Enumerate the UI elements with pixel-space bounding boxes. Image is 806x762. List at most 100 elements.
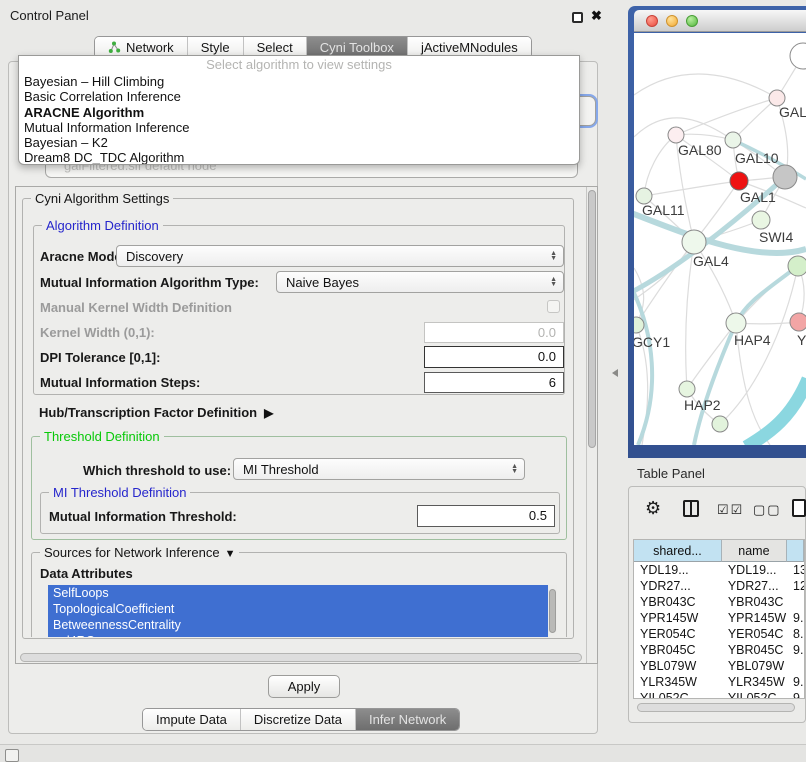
node-gal10[interactable]: [725, 132, 741, 148]
node[interactable]: [788, 256, 806, 276]
mi-type-combo[interactable]: Naive Bayes: [276, 271, 564, 293]
cell: YBR045C: [722, 642, 787, 658]
dropdown-item-selected[interactable]: ARACNE Algorithm: [19, 105, 579, 120]
cell: YBL079W: [722, 658, 787, 674]
dropdown-item[interactable]: Mutual Information Inference: [19, 120, 579, 135]
algorithm-definition-title: Algorithm Definition: [42, 218, 163, 233]
dropdown-item[interactable]: Dream8 DC_TDC Algorithm: [19, 150, 579, 165]
collapsed-panel-icon[interactable]: [5, 749, 19, 762]
aracne-mode-combo[interactable]: Discovery: [116, 245, 564, 267]
cell: YPR145W: [634, 610, 722, 626]
table-row[interactable]: YPR145WYPR145W9.: [634, 610, 804, 626]
tab-infer-network[interactable]: Infer Network: [355, 709, 459, 730]
settings-vertical-scrollbar[interactable]: [586, 187, 597, 663]
table-row[interactable]: YBR045CYBR045C9.: [634, 642, 804, 658]
select-all-checked-icon[interactable]: [717, 502, 744, 518]
collapse-down-icon: [225, 548, 236, 560]
aracne-mode-label: Aracne Mode:: [40, 249, 126, 264]
sources-title[interactable]: Sources for Network Inference: [40, 545, 239, 560]
cell: YBL079W: [634, 658, 722, 674]
column-header-shared-name[interactable]: shared...: [634, 540, 722, 562]
table-row[interactable]: YDL19...YDL19...13: [634, 562, 804, 578]
network-icon: [108, 41, 121, 54]
columns-icon[interactable]: [683, 500, 699, 517]
close-icon[interactable]: [591, 8, 602, 24]
table-panel: shared... name YDL19...YDL19...13 YDR27.…: [628, 486, 806, 723]
cell: 13: [787, 562, 804, 578]
table-row[interactable]: YIL052CYIL052C9: [634, 690, 804, 699]
mi-steps-field[interactable]: 6: [424, 372, 564, 393]
table-row[interactable]: YLR345WYLR345W9.: [634, 674, 804, 690]
which-threshold-combo[interactable]: MI Threshold: [233, 458, 525, 480]
hub-definition-toggle[interactable]: Hub/Transcription Factor Definition: [39, 405, 273, 420]
node[interactable]: [790, 43, 806, 69]
cell: YDR27...: [722, 578, 787, 594]
node-label: GAL7: [779, 104, 806, 120]
node-label: HAP2: [684, 397, 721, 413]
panel-splitter-handle[interactable]: [612, 369, 618, 377]
network-window-titlebar[interactable]: [634, 10, 806, 32]
node-label: GAL11: [642, 202, 685, 218]
tab-impute-data[interactable]: Impute Data: [143, 709, 240, 730]
status-strip: [0, 744, 806, 762]
cell: YPR145W: [722, 610, 787, 626]
column-header-partial[interactable]: [787, 540, 804, 562]
tab-discretize-data[interactable]: Discretize Data: [240, 709, 355, 730]
node-label: Y: [797, 332, 806, 348]
cell: YDR27...: [634, 578, 722, 594]
mi-threshold-field[interactable]: 0.5: [417, 505, 555, 527]
table-row[interactable]: YBR043CYBR043C: [634, 594, 804, 610]
column-header-name[interactable]: name: [722, 540, 787, 562]
gear-icon[interactable]: [645, 498, 661, 519]
deselect-all-icon[interactable]: [753, 502, 782, 518]
file-icon[interactable]: [792, 499, 806, 517]
dropdown-item[interactable]: Bayesian – Hill Climbing: [19, 74, 579, 89]
node-swi4[interactable]: [752, 211, 770, 229]
expand-right-icon: [264, 406, 273, 420]
apply-button[interactable]: Apply: [268, 675, 340, 698]
list-item[interactable]: SelfLoops: [48, 585, 556, 601]
minimize-traffic-light-icon[interactable]: [666, 15, 678, 27]
node-gal1[interactable]: [730, 172, 748, 190]
cell: YDL19...: [722, 562, 787, 578]
node-label: GCY1: [634, 334, 670, 350]
dropdown-item[interactable]: Basic Correlation Inference: [19, 89, 579, 104]
mi-threshold-group-title: MI Threshold Definition: [49, 485, 190, 500]
cell: [787, 658, 804, 674]
attributes-list-scrollbar[interactable]: [548, 585, 557, 637]
mi-threshold-label: Mutual Information Threshold:: [49, 509, 237, 524]
close-traffic-light-icon[interactable]: [646, 15, 658, 27]
node-gal80[interactable]: [668, 127, 684, 143]
zoom-traffic-light-icon[interactable]: [686, 15, 698, 27]
table-row[interactable]: YDR27...YDR27...12: [634, 578, 804, 594]
node-hap4[interactable]: [726, 313, 746, 333]
data-attributes-label: Data Attributes: [40, 566, 133, 581]
dropdown-item[interactable]: Bayesian – K2: [19, 135, 579, 150]
tab-network-label: Network: [126, 40, 174, 55]
node-label: GAL1: [740, 189, 776, 205]
list-item[interactable]: gal4RGexp: [48, 633, 556, 637]
cell: YLR345W: [634, 674, 722, 690]
node-pink[interactable]: [790, 313, 806, 331]
list-item[interactable]: BetweennessCentrality: [48, 617, 556, 633]
cyni-bottom-tab-strip: Impute Data Discretize Data Infer Networ…: [142, 708, 460, 731]
node[interactable]: [712, 416, 728, 432]
dpi-tolerance-field[interactable]: 0.0: [424, 346, 564, 368]
table-row[interactable]: YBL079WYBL079W: [634, 658, 804, 674]
combo-arrows-icon: [550, 277, 557, 287]
node-label: HAP4: [734, 332, 771, 348]
algorithm-dropdown-popup: Select algorithm to view settings Bayesi…: [18, 55, 580, 165]
table-row[interactable]: YER054CYER054C8.: [634, 626, 804, 642]
table-horizontal-scrollbar[interactable]: [637, 703, 795, 712]
node-hap2[interactable]: [679, 381, 695, 397]
cell: 8.: [787, 626, 804, 642]
kernel-width-field: 0.0: [424, 322, 564, 343]
settings-horizontal-scrollbar[interactable]: [20, 653, 582, 662]
node-gray[interactable]: [773, 165, 797, 189]
cell: 9.: [787, 642, 804, 658]
node-gal4[interactable]: [682, 230, 706, 254]
float-window-icon[interactable]: [572, 12, 583, 23]
combo-arrows-icon: [550, 251, 557, 261]
network-canvas[interactable]: GAL7 GAL80 GAL10 GAL1 GAL11 SWI4 GAL4 GC…: [634, 33, 806, 445]
list-item[interactable]: TopologicalCoefficient: [48, 601, 556, 617]
